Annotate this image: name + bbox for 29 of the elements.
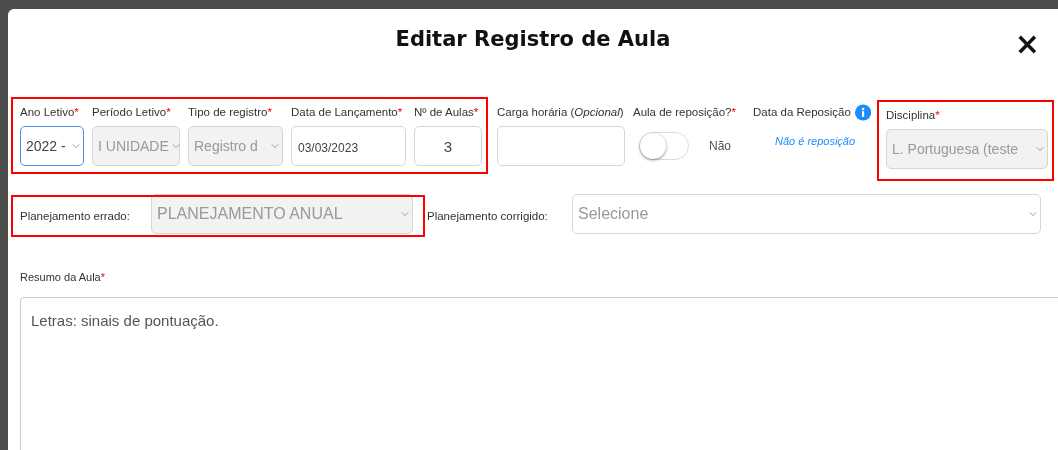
input-field[interactable]: 3 xyxy=(414,126,482,166)
summary-textarea[interactable]: Letras: sinais de pontuação. xyxy=(20,297,1058,450)
toggle-label: Não xyxy=(709,139,731,153)
field-label: Período Letivo* xyxy=(92,106,171,118)
chevron-icon xyxy=(1029,211,1037,217)
field-label: Carga horária (Opcional) xyxy=(497,106,624,118)
select-field[interactable]: 2022 - xyxy=(20,126,84,166)
input-field[interactable] xyxy=(497,126,625,166)
field-label: Aula de reposição?* xyxy=(633,106,736,118)
field-label: Planejamento errado: xyxy=(20,210,131,222)
field-label: Resumo da Aula* xyxy=(20,271,105,283)
field-label: Data de Lançamento* xyxy=(291,106,403,118)
status-note: Não é reposição xyxy=(775,135,856,147)
field-label: Ano Letivo* xyxy=(20,106,79,118)
toggle-switch[interactable] xyxy=(639,132,689,160)
field-label: Disciplina* xyxy=(886,109,940,121)
chevron-icon xyxy=(171,143,180,149)
field-label: Tipo de registro* xyxy=(188,106,272,118)
input-field[interactable]: 03/03/2023 xyxy=(291,126,406,166)
chevron-icon xyxy=(1036,146,1044,152)
field-label: Planejamento corrigido: xyxy=(427,210,549,222)
modal-title: Editar Registro de Aula xyxy=(395,27,671,51)
field-label: Nº de Aulas* xyxy=(414,106,479,118)
info-icon[interactable] xyxy=(854,104,871,121)
chevron-icon xyxy=(271,143,279,149)
chevron-icon xyxy=(72,143,80,149)
field-label: Data da Reposição xyxy=(753,106,851,118)
chevron-icon xyxy=(401,211,409,217)
close-button[interactable]: × xyxy=(1010,29,1044,59)
